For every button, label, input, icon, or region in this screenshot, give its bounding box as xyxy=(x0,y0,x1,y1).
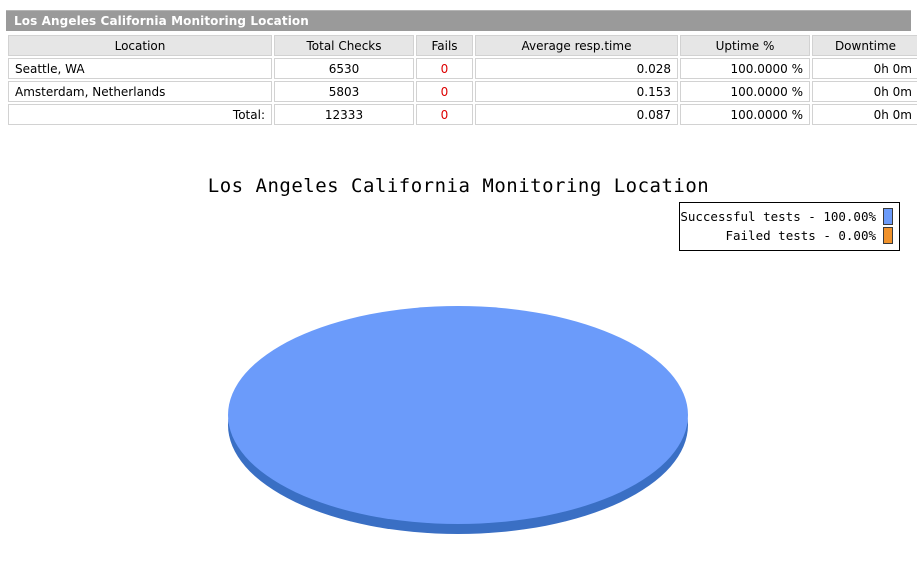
legend-item-successful[interactable]: Successful tests - 100.00% xyxy=(680,207,893,226)
pie-chart-area: Los Angeles California Monitoring Locati… xyxy=(0,155,917,567)
cell-uptime: 100.0000 % xyxy=(680,81,810,102)
cell-uptime: 100.0000 % xyxy=(680,58,810,79)
cell-total-label: Total: xyxy=(8,104,272,125)
legend-swatch-successful-icon xyxy=(883,208,893,225)
cell-total-checks-sum: 12333 xyxy=(274,104,414,125)
table-header-row: Location Total Checks Fails Average resp… xyxy=(8,35,917,56)
page-title: Los Angeles California Monitoring Locati… xyxy=(14,14,309,28)
cell-location: Amsterdam, Netherlands xyxy=(8,81,272,102)
cell-downtime: 0h 0m xyxy=(812,81,917,102)
report-title-bar: Los Angeles California Monitoring Locati… xyxy=(6,10,911,31)
cell-location: Seattle, WA xyxy=(8,58,272,79)
cell-fails: 0 xyxy=(416,58,473,79)
cell-fails: 0 xyxy=(416,81,473,102)
legend-label-failed: Failed tests - 0.00% xyxy=(725,228,876,243)
cell-total-checks: 6530 xyxy=(274,58,414,79)
cell-avg-resp-time: 0.153 xyxy=(475,81,678,102)
table-total-row: Total: 12333 0 0.087 100.0000 % 0h 0m xyxy=(8,104,917,125)
cell-total-downtime: 0h 0m xyxy=(812,104,917,125)
cell-total-avg-resp: 0.087 xyxy=(475,104,678,125)
pie-slice-successful[interactable] xyxy=(228,306,688,524)
chart-title: Los Angeles California Monitoring Locati… xyxy=(207,175,710,197)
column-header-fails[interactable]: Fails xyxy=(416,35,473,56)
cell-avg-resp-time: 0.028 xyxy=(475,58,678,79)
legend-swatch-failed-icon xyxy=(883,227,893,244)
cell-total-uptime: 100.0000 % xyxy=(680,104,810,125)
chart-legend: Successful tests - 100.00% Failed tests … xyxy=(679,202,900,251)
column-header-uptime[interactable]: Uptime % xyxy=(680,35,810,56)
column-header-downtime[interactable]: Downtime xyxy=(812,35,917,56)
table-row: Amsterdam, Netherlands 5803 0 0.153 100.… xyxy=(8,81,917,102)
monitoring-summary-table: Location Total Checks Fails Average resp… xyxy=(6,33,917,127)
table-row: Seattle, WA 6530 0 0.028 100.0000 % 0h 0… xyxy=(8,58,917,79)
cell-total-fails: 0 xyxy=(416,104,473,125)
cell-downtime: 0h 0m xyxy=(812,58,917,79)
legend-item-failed[interactable]: Failed tests - 0.00% xyxy=(686,226,893,245)
column-header-total-checks[interactable]: Total Checks xyxy=(274,35,414,56)
pie-chart[interactable] xyxy=(228,306,688,534)
cell-total-checks: 5803 xyxy=(274,81,414,102)
legend-label-successful: Successful tests - 100.00% xyxy=(680,209,876,224)
column-header-avg-resp-time[interactable]: Average resp.time xyxy=(475,35,678,56)
column-header-location[interactable]: Location xyxy=(8,35,272,56)
